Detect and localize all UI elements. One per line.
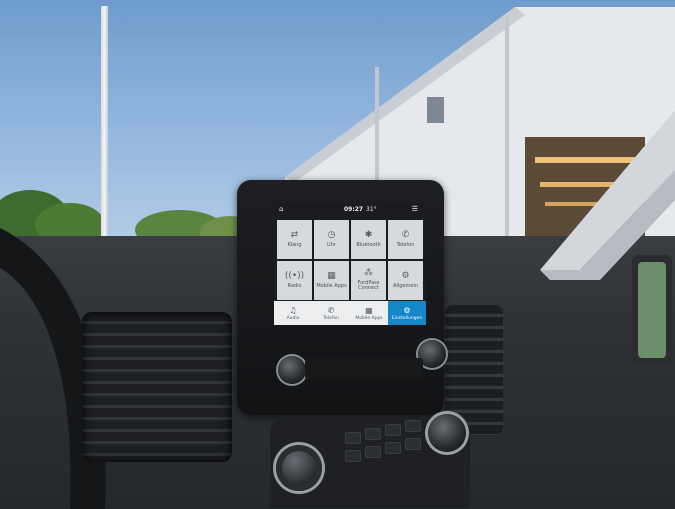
- tile-klang[interactable]: ⇄ Klang: [277, 220, 312, 259]
- tile-mobile-apps[interactable]: ▦ Mobile Apps: [314, 261, 349, 300]
- tab-label: Mobile Apps: [355, 315, 383, 321]
- sliders-icon: ⇄: [290, 229, 299, 240]
- settings-grid: ⇄ Klang ◷ Uhr ✱ Bluetooth ✆ Telefon ((•)…: [277, 220, 423, 300]
- phone-icon: ✆: [401, 229, 410, 240]
- climate-button[interactable]: [385, 424, 401, 436]
- tab-label: Telefon: [323, 315, 339, 321]
- tile-telefon[interactable]: ✆ Telefon: [388, 220, 423, 259]
- radio-icon: ((•)): [284, 270, 305, 281]
- network-icon: ⁂: [364, 268, 373, 279]
- tab-telefon[interactable]: ✆ Telefon: [312, 301, 350, 325]
- phone-icon: ✆: [327, 305, 335, 315]
- music-icon: ♫: [289, 305, 297, 315]
- tile-label: FordPass Connect: [357, 279, 380, 292]
- tile-label: Allgemein: [393, 282, 418, 289]
- clock-icon: ◷: [327, 229, 336, 240]
- sync3-screen: ⌂ 09:27 31° ☰ ⇄ Klang ◷ Uhr ✱ Bluetooth …: [274, 203, 426, 325]
- light-pole: [101, 6, 108, 241]
- a-pillar-and-mirror: [540, 110, 675, 365]
- tab-audio[interactable]: ♫ Audio: [274, 301, 312, 325]
- apps-icon: ▦: [365, 305, 373, 315]
- tab-einstellungen[interactable]: ⚙ Einstellungen: [388, 301, 426, 325]
- bottom-nav: ♫ Audio ✆ Telefon ▦ Mobile Apps ⚙ Einste…: [274, 301, 426, 325]
- climate-button[interactable]: [405, 420, 421, 432]
- climate-button[interactable]: [345, 432, 361, 444]
- status-bar: ⌂ 09:27 31° ☰: [274, 203, 426, 216]
- fan-knob[interactable]: [428, 414, 466, 452]
- tile-bluetooth[interactable]: ✱ Bluetooth: [351, 220, 386, 259]
- tile-uhr[interactable]: ◷ Uhr: [314, 220, 349, 259]
- car-interior-photo: ⌂ 09:27 31° ☰ ⇄ Klang ◷ Uhr ✱ Bluetooth …: [0, 0, 675, 509]
- left-air-vent: [82, 312, 232, 462]
- media-button-strip[interactable]: [305, 358, 423, 380]
- home-icon[interactable]: ⌂: [279, 205, 283, 213]
- climate-button[interactable]: [405, 438, 421, 450]
- climate-button[interactable]: [365, 446, 381, 458]
- gear-icon: ⚙: [403, 305, 411, 315]
- tile-radio[interactable]: ((•)) Radio: [277, 261, 312, 300]
- climate-button[interactable]: [365, 428, 381, 440]
- apps-icon: ▦: [327, 270, 336, 281]
- tile-label: Telefon: [396, 241, 415, 248]
- bluetooth-icon: ✱: [364, 229, 373, 240]
- climate-button[interactable]: [345, 450, 361, 462]
- tab-label: Einstellungen: [391, 315, 423, 321]
- volume-knob[interactable]: [278, 356, 306, 384]
- tab-label: Audio: [286, 315, 300, 321]
- tile-label: Klang: [287, 241, 302, 248]
- clock-time: 09:27: [344, 206, 364, 213]
- tab-mobile-apps[interactable]: ▦ Mobile Apps: [350, 301, 388, 325]
- tile-allgemein[interactable]: ⚙ Allgemein: [388, 261, 423, 300]
- gear-icon: ⚙: [401, 270, 410, 281]
- menu-icon[interactable]: ☰: [412, 205, 418, 213]
- temperature-knob[interactable]: [276, 445, 322, 491]
- tile-label: Mobile Apps: [316, 282, 347, 289]
- climate-button[interactable]: [385, 442, 401, 454]
- tile-fordpass-connect[interactable]: ⁂ FordPass Connect: [351, 261, 386, 300]
- tile-label: Uhr: [327, 241, 336, 248]
- tile-label: Bluetooth: [356, 241, 381, 248]
- outside-temperature: 31°: [366, 206, 377, 213]
- tile-label: Radio: [287, 282, 302, 289]
